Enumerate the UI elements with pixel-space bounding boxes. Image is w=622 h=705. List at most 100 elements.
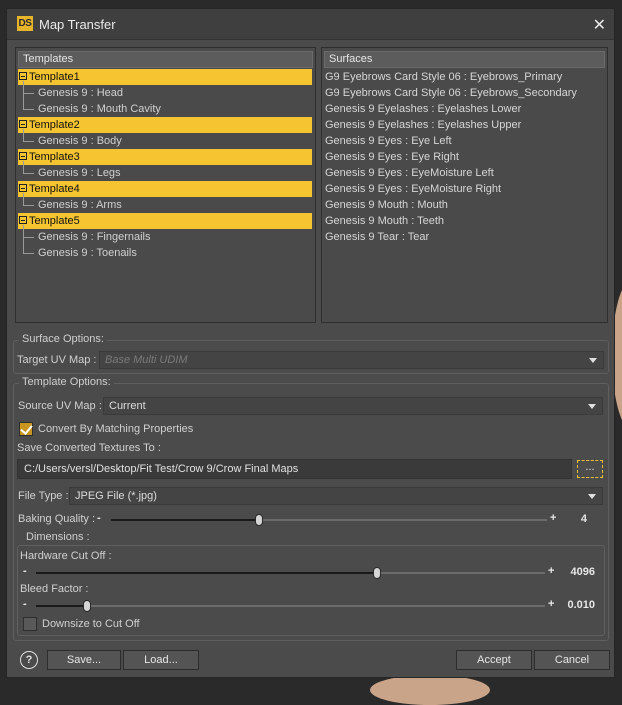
surface-item[interactable]: Genesis 9 Eyelashes : Eyelashes Upper [325,117,521,133]
save-path-input[interactable]: C:/Users/versl/Desktop/Fit Test/Crow 9/C… [17,459,572,479]
template-child-label: Genesis 9 : Toenails [38,247,137,259]
tree-trunk-line [23,129,24,141]
map-transfer-dialog: DS Map Transfer ✕ Templates Template1 Gen… [6,8,615,678]
templates-header: Templates [18,51,313,68]
bleed-factor-decrease[interactable]: - [23,598,27,610]
source-uv-label: Source UV Map : [18,400,102,412]
baking-quality-increase[interactable]: + [550,512,556,524]
surface-item[interactable]: Genesis 9 Eyes : EyeMoisture Right [325,181,501,197]
template-child-label: Genesis 9 : Head [38,87,123,99]
bleed-factor-value: 0.010 [567,599,595,611]
tree-branch-line [23,253,34,254]
template-row[interactable]: Template3 [18,149,312,165]
file-type-label: File Type : [18,490,69,502]
surfaces-panel: Surfaces G9 Eyebrows Card Style 06 : Eye… [321,47,608,323]
hardware-cutoff-fill [36,572,378,574]
target-uv-label: Target UV Map : [17,354,97,366]
baking-quality-value: 4 [580,513,587,525]
template-name: Template4 [29,183,80,195]
surface-item[interactable]: Genesis 9 Mouth : Teeth [325,213,444,229]
file-type-value: JPEG File (*.jpg) [75,490,157,502]
collapse-icon[interactable] [19,152,27,160]
template-row[interactable]: Template1 [18,69,312,85]
surface-item[interactable]: Genesis 9 Eyes : Eye Left [325,133,452,149]
close-icon[interactable]: ✕ [593,15,606,35]
template-name: Template2 [29,119,80,131]
viewport-figure-shape-lower [370,675,490,705]
file-type-select[interactable]: JPEG File (*.jpg) [69,487,603,505]
baking-quality-slider[interactable] [111,514,547,526]
baking-quality-decrease[interactable]: - [97,512,101,524]
collapse-icon[interactable] [19,72,27,80]
surface-item[interactable]: G9 Eyebrows Card Style 06 : Eyebrows_Sec… [325,85,577,101]
surface-item[interactable]: Genesis 9 Eyes : EyeMoisture Left [325,165,494,181]
tree-branch-line [23,93,34,94]
template-child-label: Genesis 9 : Fingernails [38,231,151,243]
source-uv-select[interactable]: Current [103,397,603,415]
template-child-label: Genesis 9 : Legs [38,167,121,179]
dimensions-title: Dimensions : [23,531,93,543]
surfaces-list: G9 Eyebrows Card Style 06 : Eyebrows_Pri… [322,69,607,322]
bleed-factor-fill [36,605,87,607]
hardware-cutoff-decrease[interactable]: - [23,565,27,577]
collapse-icon[interactable] [19,120,27,128]
hardware-cutoff-increase[interactable]: + [548,565,554,577]
accept-button[interactable]: Accept [456,650,532,670]
downsize-checkbox[interactable] [23,617,37,631]
template-child-label: Genesis 9 : Mouth Cavity [38,103,161,115]
target-uv-value: Base Multi UDIM [105,354,188,366]
baking-quality-label: Baking Quality : [18,513,96,525]
convert-matching-label: Convert By Matching Properties [38,423,194,435]
title-bar: DS Map Transfer ✕ [7,9,614,40]
load-button[interactable]: Load... [123,650,199,670]
cancel-button[interactable]: Cancel [534,650,610,670]
bleed-factor-handle[interactable] [82,600,91,612]
chevron-down-icon [588,494,596,499]
tree-branch-line [23,141,34,142]
browse-folder-button[interactable]: ... [577,460,603,478]
surfaces-header: Surfaces [324,51,605,68]
template-row[interactable]: Template5 [18,213,312,229]
hardware-cutoff-label: Hardware Cut Off : [20,550,112,562]
tree-trunk-line [23,161,24,173]
tree-trunk-line [23,225,24,253]
baking-quality-handle[interactable] [255,514,264,526]
tree-branch-line [23,173,34,174]
target-uv-select[interactable]: Base Multi UDIM [99,351,604,369]
save-to-label: Save Converted Textures To : [17,442,161,454]
surface-item[interactable]: Genesis 9 Mouth : Mouth [325,197,448,213]
baking-quality-fill [111,519,260,521]
surface-item[interactable]: Genesis 9 Eyelashes : Eyelashes Lower [325,101,521,117]
hardware-cutoff-value: 4096 [570,566,595,578]
templates-panel: Templates Template1 Genesis 9 : Head Genes… [15,47,316,323]
surface-item[interactable]: Genesis 9 Eyes : Eye Right [325,149,459,165]
template-row[interactable]: Template2 [18,117,312,133]
hardware-cutoff-slider[interactable] [36,567,545,579]
tree-branch-line [23,205,34,206]
surface-item[interactable]: G9 Eyebrows Card Style 06 : Eyebrows_Pri… [325,69,562,85]
template-row[interactable]: Template4 [18,181,312,197]
bleed-factor-increase[interactable]: + [548,598,554,610]
template-options-title: Template Options: [19,376,114,388]
surface-item[interactable]: Genesis 9 Tear : Tear [325,229,429,245]
tree-branch-line [23,237,34,238]
app-logo-icon: DS [17,16,33,31]
bleed-factor-slider[interactable] [36,600,545,612]
collapse-icon[interactable] [19,216,27,224]
window-title: Map Transfer [39,17,116,32]
save-button[interactable]: Save... [47,650,121,670]
templates-tree: Template1 Genesis 9 : Head Genesis 9 : Mou… [16,69,315,322]
chevron-down-icon [589,358,597,363]
template-name: Template3 [29,151,80,163]
bleed-factor-label: Bleed Factor : [20,583,89,595]
template-child-label: Genesis 9 : Body [38,135,122,147]
hardware-cutoff-handle[interactable] [373,567,382,579]
convert-matching-checkbox[interactable] [19,422,33,436]
chevron-down-icon [588,404,596,409]
help-icon[interactable]: ? [20,651,38,669]
tree-branch-line [23,109,34,110]
tree-trunk-line [23,81,24,109]
collapse-icon[interactable] [19,184,27,192]
tree-trunk-line [23,193,24,205]
source-uv-value: Current [109,400,146,412]
